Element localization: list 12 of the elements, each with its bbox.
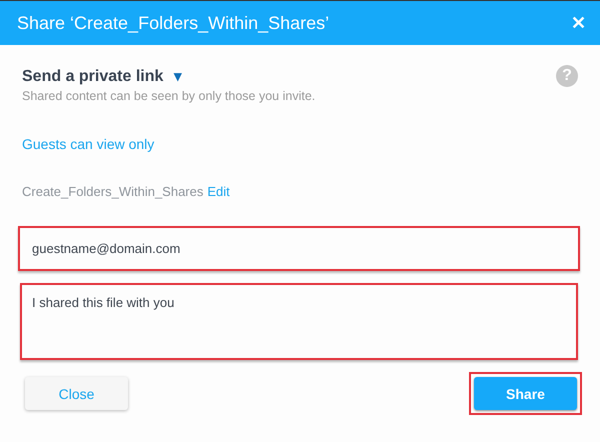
share-mode-dropdown[interactable]: Send a private link ▾ [20,66,182,86]
help-icon[interactable]: ? [556,65,578,87]
file-name: Create_Folders_Within_Shares [22,184,204,199]
close-button[interactable]: ✕ [565,10,592,36]
close-dialog-button[interactable]: Close [25,377,128,410]
email-field[interactable]: guestname@domain.com [18,226,580,271]
description-text: Shared content can be seen by only those you invite. [22,89,316,103]
edit-link[interactable]: Edit [207,184,230,199]
permission-link[interactable]: Guests can view only [22,136,154,152]
window-title: Share ‘Create_Folders_Within_Shares’ [17,12,330,34]
share-button[interactable]: Share [474,377,577,410]
message-field[interactable]: I shared this file with you [20,283,578,360]
